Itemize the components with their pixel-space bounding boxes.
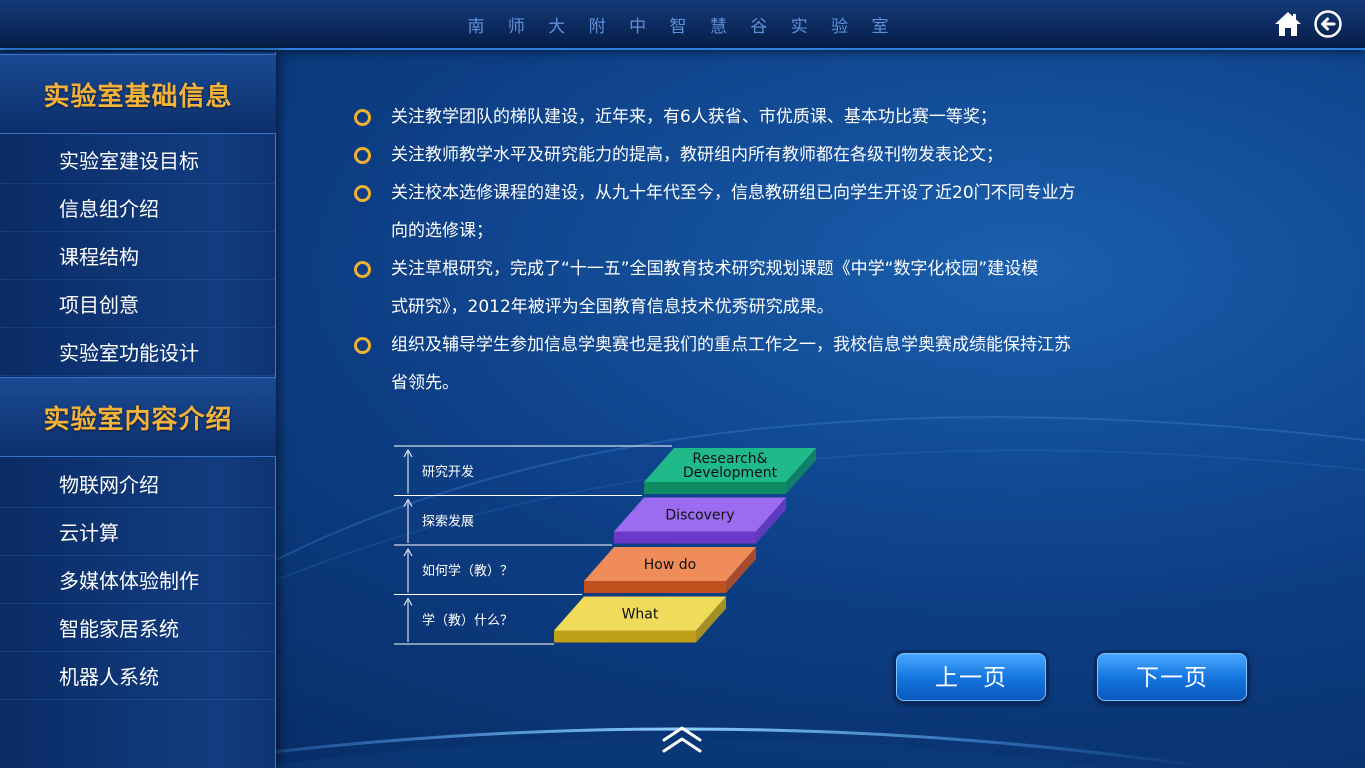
home-icon[interactable] bbox=[1273, 9, 1303, 39]
bullet-item: 关注教师教学水平及研究能力的提高，教研组内所有教师都在各级刊物发表论文； bbox=[352, 136, 1132, 174]
level-label: 研究开发 bbox=[422, 464, 474, 480]
bullet-line: 组织及辅导学生参加信息学奥赛也是我们的重点工作之一，我校信息学奥赛成绩能保持江苏 bbox=[391, 335, 1071, 355]
bullet-line: 关注教学团队的梯队建设，近年来，有6人获省、市优质课、基本功比赛一等奖； bbox=[391, 107, 997, 127]
sidebar-item-course-structure[interactable]: 课程结构 bbox=[0, 232, 276, 280]
sidebar-item-project-idea[interactable]: 项目创意 bbox=[0, 280, 276, 328]
step-label: How do bbox=[644, 557, 696, 573]
step-front-face bbox=[644, 482, 786, 494]
bullet-line: 省领先。 bbox=[391, 373, 459, 393]
sidebar-item-robot[interactable]: 机器人系统 bbox=[0, 652, 276, 700]
bullet-circle-icon bbox=[354, 337, 371, 354]
bullet-circle-icon bbox=[354, 185, 371, 202]
bullet-circle-icon bbox=[354, 261, 371, 278]
content-area: 关注教学团队的梯队建设，近年来，有6人获省、市优质课、基本功比赛一等奖； 关注教… bbox=[352, 98, 1132, 402]
step-label: Discovery bbox=[665, 508, 734, 524]
bullet-circle-icon bbox=[354, 109, 371, 126]
prev-page-button[interactable]: 上一页 bbox=[896, 653, 1046, 701]
top-bar: 南 师 大 附 中 智 慧 谷 实 验 室 bbox=[0, 0, 1365, 50]
sidebar-item-smart-home[interactable]: 智能家居系统 bbox=[0, 604, 276, 652]
sidebar: 实验室基础信息 实验室建设目标 信息组介绍 课程结构 项目创意 实验室功能设计 … bbox=[0, 52, 276, 768]
step-label: Development bbox=[683, 465, 778, 481]
sidebar-section-basic-info: 实验室基础信息 bbox=[0, 54, 276, 134]
sidebar-item-group-intro[interactable]: 信息组介绍 bbox=[0, 184, 276, 232]
step-front-face bbox=[554, 630, 696, 643]
bullet-item: 关注草根研究，完成了“十一五”全国教育技术研究规划课题《中学“数字化校园”建设模… bbox=[352, 250, 1132, 326]
bullet-line: 向的选修课； bbox=[391, 221, 493, 241]
section-title: 实验室基础信息 bbox=[43, 81, 233, 112]
bullet-line: 关注校本选修课程的建设，从九十年代至今，信息教研组已向学生开设了近20门不同专业… bbox=[391, 183, 1076, 203]
sidebar-item-build-goal[interactable]: 实验室建设目标 bbox=[0, 136, 276, 184]
app-title: 南 师 大 附 中 智 慧 谷 实 验 室 bbox=[467, 17, 898, 37]
bullet-item: 关注教学团队的梯队建设，近年来，有6人获省、市优质课、基本功比赛一等奖； bbox=[352, 98, 1132, 136]
level-label: 如何学（教）？ bbox=[422, 563, 513, 579]
level-label: 学（教）什么？ bbox=[422, 612, 513, 628]
bullet-line: 关注草根研究，完成了“十一五”全国教育技术研究规划课题《中学“数字化校园”建设模 bbox=[391, 259, 1039, 279]
sidebar-item-iot[interactable]: 物联网介绍 bbox=[0, 460, 276, 508]
bullet-line: 关注教师教学水平及研究能力的提高，教研组内所有教师都在各级刊物发表论文； bbox=[391, 145, 1003, 165]
step-label: What bbox=[622, 607, 659, 623]
bullet-item: 关注校本选修课程的建设，从九十年代至今，信息教研组已向学生开设了近20门不同专业… bbox=[352, 174, 1132, 250]
sidebar-item-multimedia[interactable]: 多媒体体验制作 bbox=[0, 556, 276, 604]
staircase-diagram: 研究开发Research&Development探索发展 Discovery如何学… bbox=[394, 445, 816, 645]
step-front-face bbox=[614, 531, 756, 544]
bullet-circle-icon bbox=[354, 147, 371, 164]
double-chevron-up-icon[interactable] bbox=[660, 722, 704, 756]
bullet-item: 组织及辅导学生参加信息学奥赛也是我们的重点工作之一，我校信息学奥赛成绩能保持江苏… bbox=[352, 326, 1132, 402]
level-label: 探索发展 bbox=[422, 513, 474, 529]
sidebar-item-cloud[interactable]: 云计算 bbox=[0, 508, 276, 556]
section-title: 实验室内容介绍 bbox=[43, 404, 233, 435]
bullet-line: 式研究》，2012年被评为全国教育信息技术优秀研究成果。 bbox=[391, 297, 834, 317]
sidebar-item-function-design[interactable]: 实验室功能设计 bbox=[0, 328, 276, 376]
back-arrow-icon[interactable] bbox=[1313, 9, 1343, 39]
step-front-face bbox=[584, 581, 726, 593]
next-page-button[interactable]: 下一页 bbox=[1097, 653, 1247, 701]
sidebar-section-content-intro: 实验室内容介绍 bbox=[0, 377, 276, 457]
